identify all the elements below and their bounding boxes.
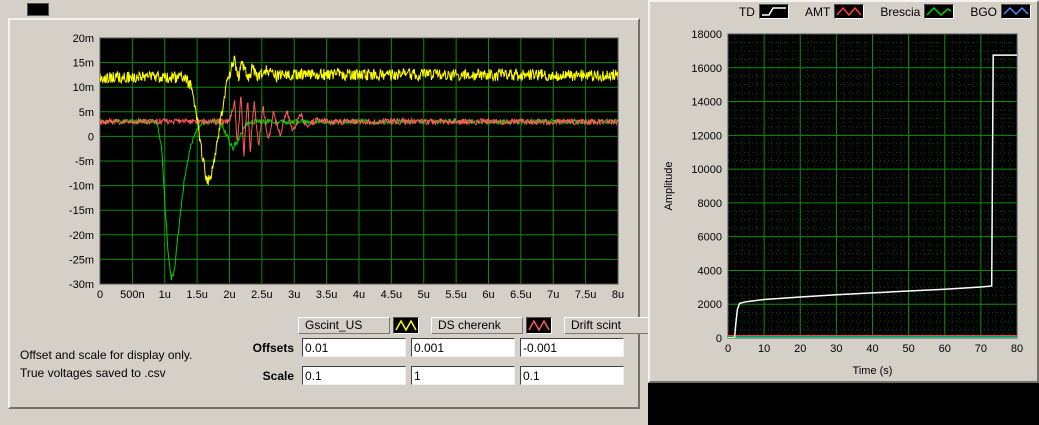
legend-label: TD: [738, 4, 755, 19]
waveform-legend: Gscint_US DS cherenk Drift scint: [298, 317, 685, 334]
svg-text:4.5u: 4.5u: [381, 289, 402, 301]
svg-text:7u: 7u: [547, 289, 559, 301]
svg-text:7.5u: 7.5u: [575, 289, 596, 301]
scale-input-2[interactable]: [411, 366, 515, 385]
legend-label: AMT: [804, 4, 831, 19]
svg-text:5m: 5m: [79, 107, 94, 119]
legend-label: Gscint_US: [298, 317, 390, 334]
svg-text:10: 10: [758, 343, 770, 355]
svg-text:6.5u: 6.5u: [510, 289, 531, 301]
legend-entry-gscint[interactable]: Gscint_US: [298, 317, 419, 334]
legend-label: Brescia: [880, 4, 921, 19]
svg-text:14000: 14000: [691, 97, 722, 109]
amplitude-panel: TD AMT Brescia BGO 0 10 20 30 40 50 60 70 80 0 200…: [648, 0, 1039, 383]
svg-text:-20m: -20m: [69, 230, 94, 242]
offset-input-2[interactable]: [411, 338, 515, 357]
amplitude-legend: TD AMT Brescia BGO: [739, 4, 1031, 19]
legend-entry-bgo[interactable]: BGO: [970, 4, 1031, 19]
svg-text:Time (s): Time (s): [853, 365, 893, 377]
svg-text:2000: 2000: [698, 299, 722, 311]
offset-input-3[interactable]: [520, 338, 624, 357]
svg-text:40: 40: [866, 343, 878, 355]
svg-text:5u: 5u: [418, 289, 430, 301]
svg-text:30: 30: [830, 343, 842, 355]
svg-text:-10m: -10m: [69, 181, 94, 193]
svg-text:80: 80: [1011, 343, 1023, 355]
svg-text:1.5u: 1.5u: [186, 289, 207, 301]
svg-text:4u: 4u: [353, 289, 365, 301]
note-text: Offset and scale for display only. True …: [20, 346, 192, 382]
note-line-2: True voltages saved to .csv: [20, 366, 166, 380]
svg-text:3u: 3u: [288, 289, 300, 301]
note-line-1: Offset and scale for display only.: [20, 348, 193, 362]
legend-entry-dscherenk[interactable]: DS cherenk: [431, 317, 552, 334]
svg-text:Amplitude: Amplitude: [663, 162, 675, 211]
svg-text:6000: 6000: [698, 232, 722, 244]
svg-text:-30m: -30m: [69, 279, 94, 291]
waveform-glyph-icon: [1001, 4, 1031, 19]
svg-text:1u: 1u: [159, 289, 171, 301]
svg-text:8u: 8u: [612, 289, 624, 301]
svg-text:8000: 8000: [698, 198, 722, 210]
svg-text:20: 20: [794, 343, 806, 355]
svg-text:5.5u: 5.5u: [445, 289, 466, 301]
svg-text:10000: 10000: [691, 164, 722, 176]
waveform-glyph-icon: [924, 4, 955, 19]
legend-label: DS cherenk: [431, 317, 523, 334]
svg-text:12000: 12000: [691, 130, 722, 142]
svg-text:-15m: -15m: [69, 205, 94, 217]
svg-text:6u: 6u: [482, 289, 494, 301]
svg-text:-5m: -5m: [75, 156, 94, 168]
svg-text:3.5u: 3.5u: [316, 289, 337, 301]
svg-text:2u: 2u: [223, 289, 235, 301]
legend-entry-brescia[interactable]: Brescia: [880, 4, 955, 19]
svg-text:2.5u: 2.5u: [251, 289, 272, 301]
svg-text:50: 50: [903, 343, 915, 355]
legend-label: BGO: [970, 4, 997, 19]
svg-text:0: 0: [716, 333, 722, 345]
svg-text:0: 0: [88, 131, 94, 143]
legend-entry-amt[interactable]: AMT: [804, 4, 865, 19]
svg-text:0: 0: [97, 289, 103, 301]
offset-input-1[interactable]: [302, 338, 406, 357]
svg-text:-25m: -25m: [69, 254, 94, 266]
waveform-graph[interactable]: 0 500n 1u 1.5u 2u 2.5u 3u 3.5u 4u 4.5u 5u 5.5u 6u 6.5…: [22, 26, 632, 308]
svg-text:15m: 15m: [73, 58, 94, 70]
waveform-glyph-icon: [834, 4, 865, 19]
scale-input-3[interactable]: [520, 366, 624, 385]
svg-text:10m: 10m: [73, 82, 94, 94]
svg-text:70: 70: [975, 343, 987, 355]
status-indicator: [27, 3, 49, 16]
svg-text:500n: 500n: [120, 289, 144, 301]
svg-text:18000: 18000: [691, 29, 722, 41]
svg-text:4000: 4000: [698, 265, 722, 277]
waveform-glyph-icon: [758, 4, 789, 19]
legend-entry-td[interactable]: TD: [739, 4, 789, 19]
amplitude-graph[interactable]: 0 10 20 30 40 50 60 70 80 0 2000 4000 6000 8000 10000 1…: [652, 18, 1035, 380]
svg-text:16000: 16000: [691, 63, 722, 75]
waveform-glyph-icon: [526, 317, 552, 334]
legend-label: Drift scint: [564, 317, 656, 334]
svg-text:0: 0: [725, 343, 731, 355]
waveform-panel: 0 500n 1u 1.5u 2u 2.5u 3u 3.5u 4u 4.5u 5u 5.5u 6u 6.5…: [8, 18, 685, 409]
waveform-glyph-icon: [393, 317, 419, 334]
background-fill: [648, 383, 1039, 425]
scale-input-1[interactable]: [302, 366, 406, 385]
svg-text:60: 60: [939, 343, 951, 355]
app-window: { "panel_left": { "legend": [ {"label": …: [0, 0, 1039, 425]
svg-text:20m: 20m: [73, 33, 94, 45]
